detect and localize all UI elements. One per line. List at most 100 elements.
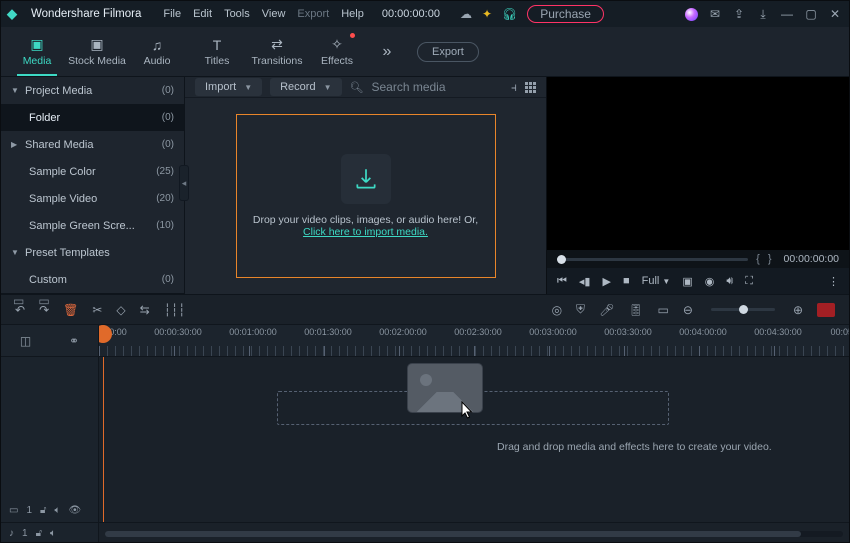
stop-button[interactable]: ■: [623, 275, 630, 287]
mute-icon[interactable]: 🔈︎: [50, 528, 56, 539]
minimize-button[interactable]: —: [779, 7, 795, 21]
record-indicator-icon[interactable]: [817, 303, 835, 317]
undo-button[interactable]: ↶: [15, 303, 25, 317]
transition-icon: ⇄: [271, 36, 283, 53]
zoom-in-button[interactable]: ⊕: [793, 303, 803, 317]
shield-icon[interactable]: ⛨: [576, 302, 585, 317]
purchase-button[interactable]: Purchase: [527, 5, 604, 23]
close-button[interactable]: ✕: [827, 7, 843, 21]
keyframe-button[interactable]: ▭: [658, 303, 669, 317]
timeline-body: ▭ 1 🔓︎ 🔈︎ 👁︎ Drag and drop media and ef: [1, 357, 849, 522]
cloud-icon[interactable]: ☁: [460, 7, 472, 21]
app-name: Wondershare Filmora: [31, 8, 141, 20]
headphones-icon[interactable]: 🎧︎: [502, 7, 517, 21]
menu-export[interactable]: Export: [297, 8, 329, 20]
zoom-out-button[interactable]: ⊖: [683, 303, 693, 317]
render-button[interactable]: ◎: [552, 303, 562, 317]
sidebar-item-custom[interactable]: Custom (0): [1, 266, 184, 293]
outbox-icon[interactable]: ⇪: [731, 7, 747, 21]
playhead-line[interactable]: [103, 357, 104, 522]
tab-audio[interactable]: ♫ Audio: [127, 27, 187, 76]
marker-button[interactable]: ◇: [116, 303, 125, 317]
search-media-input[interactable]: 🔍︎ Search media: [350, 80, 503, 94]
menu-edit[interactable]: Edit: [193, 8, 212, 20]
lock-icon[interactable]: 🔓︎: [36, 528, 42, 539]
track-lock-icon[interactable]: ◫: [20, 334, 31, 348]
sidebar-item-preset-templates[interactable]: ▼Preset Templates: [1, 239, 184, 266]
mixer-button[interactable]: ┆┆┆: [164, 303, 186, 317]
prev-frame-button[interactable]: ⏮︎: [557, 275, 567, 288]
sidebar-item-label: Sample Color: [29, 166, 96, 178]
filter-icon[interactable]: ⫞: [511, 80, 517, 95]
crop-icon[interactable]: ▣: [682, 275, 692, 288]
scrubber-knob[interactable]: [557, 255, 566, 264]
record-dropdown[interactable]: Record ▼: [270, 78, 341, 96]
sidebar-item-count: (25): [156, 166, 174, 177]
tab-transitions[interactable]: ⇄ Transitions: [247, 27, 307, 76]
download-icon[interactable]: ⤓: [755, 7, 771, 22]
snapshot-icon[interactable]: ◉: [705, 275, 715, 288]
mark-in-icon[interactable]: {: [756, 253, 760, 265]
maximize-button[interactable]: ▢: [803, 7, 819, 21]
visibility-icon[interactable]: 👁︎: [69, 505, 82, 516]
media-dropzone[interactable]: Drop your video clips, images, or audio …: [185, 98, 546, 294]
sidebar-item-sample-color[interactable]: Sample Color (25): [1, 158, 184, 185]
zoom-slider[interactable]: [711, 308, 775, 311]
scrollbar-thumb[interactable]: [105, 531, 801, 537]
settings-icon[interactable]: ⋮: [828, 275, 839, 288]
preview-viewport[interactable]: [547, 77, 849, 250]
mute-icon[interactable]: 🔈︎: [55, 505, 61, 516]
play-button[interactable]: ▶: [602, 275, 610, 288]
zoom-knob[interactable]: [739, 305, 748, 314]
orb-icon[interactable]: [683, 8, 699, 21]
import-dropdown[interactable]: Import ▼: [195, 78, 262, 96]
time-ruler[interactable]: 00:00:00:00 00:00:30:00 00:01:00:00 00:0…: [99, 325, 849, 356]
view-grid-icon[interactable]: [525, 82, 536, 93]
sidebar-list: ▼Project Media (0) Folder (0) ▶Shared Me…: [1, 77, 184, 293]
volume-icon[interactable]: 🔊︎: [726, 275, 733, 288]
dropzone-line1: Drop your video clips, images, or audio …: [253, 214, 478, 226]
import-label: Import: [205, 81, 236, 93]
tab-stock-media[interactable]: ▣ Stock Media: [67, 27, 127, 76]
fullscreen-icon[interactable]: ⛶: [745, 275, 753, 288]
menu-view[interactable]: View: [262, 8, 286, 20]
adjust-button[interactable]: ⇆: [140, 303, 150, 317]
delete-button[interactable]: 🗑︎: [63, 303, 78, 317]
tab-titles-label: Titles: [205, 55, 230, 67]
tracks-area[interactable]: Drag and drop media and effects here to …: [99, 357, 849, 522]
sidebar-item-shared-media[interactable]: ▶Shared Media (0): [1, 131, 184, 158]
video-track-controls: ▭ 1 🔓︎ 🔈︎ 👁︎: [1, 498, 98, 522]
redo-button[interactable]: ↷: [39, 303, 49, 317]
sidebar-item-label: Custom: [29, 274, 67, 286]
track-type-icon: ▭: [9, 505, 18, 516]
split-button[interactable]: ✂︎: [92, 303, 102, 317]
horizontal-scrollbar[interactable]: [105, 531, 843, 537]
timeline-header-left: ◫ ⚭: [1, 325, 99, 356]
audio-mixer-button[interactable]: 🎚︎: [628, 303, 643, 317]
playhead-handle[interactable]: [99, 325, 112, 343]
dropzone-link[interactable]: Click here to import media.: [303, 226, 428, 238]
middle-area: ▼Project Media (0) Folder (0) ▶Shared Me…: [1, 77, 849, 295]
menu-help[interactable]: Help: [341, 8, 364, 20]
menu-tools[interactable]: Tools: [224, 8, 250, 20]
message-icon[interactable]: ✉︎: [707, 7, 723, 21]
sidebar-item-sample-green-screen[interactable]: Sample Green Scre... (10): [1, 212, 184, 239]
lock-icon[interactable]: 🔓︎: [40, 505, 46, 516]
tab-media[interactable]: ▣ Media: [7, 27, 67, 76]
tab-titles[interactable]: T Titles: [187, 27, 247, 76]
quality-dropdown[interactable]: Full ▼: [642, 275, 671, 287]
sidebar-item-folder[interactable]: Folder (0): [1, 104, 184, 131]
sidebar-item-project-media[interactable]: ▼Project Media (0): [1, 77, 184, 104]
sparkle-icon[interactable]: ✦: [482, 7, 492, 21]
export-button[interactable]: Export: [417, 42, 479, 62]
voiceover-button[interactable]: 🎤︎: [599, 303, 614, 317]
scrubber-track[interactable]: [557, 258, 748, 261]
more-tabs-button[interactable]: »: [367, 43, 407, 61]
sidebar-item-sample-video[interactable]: Sample Video (20): [1, 185, 184, 212]
step-back-button[interactable]: ◂▮: [579, 275, 591, 288]
mark-out-icon[interactable]: }: [768, 253, 772, 265]
link-icon[interactable]: ⚭: [69, 334, 79, 348]
tab-effects[interactable]: ✧ Effects: [307, 27, 367, 76]
menu-file[interactable]: File: [163, 8, 181, 20]
panel-collapse-handle[interactable]: ◂: [179, 165, 189, 201]
